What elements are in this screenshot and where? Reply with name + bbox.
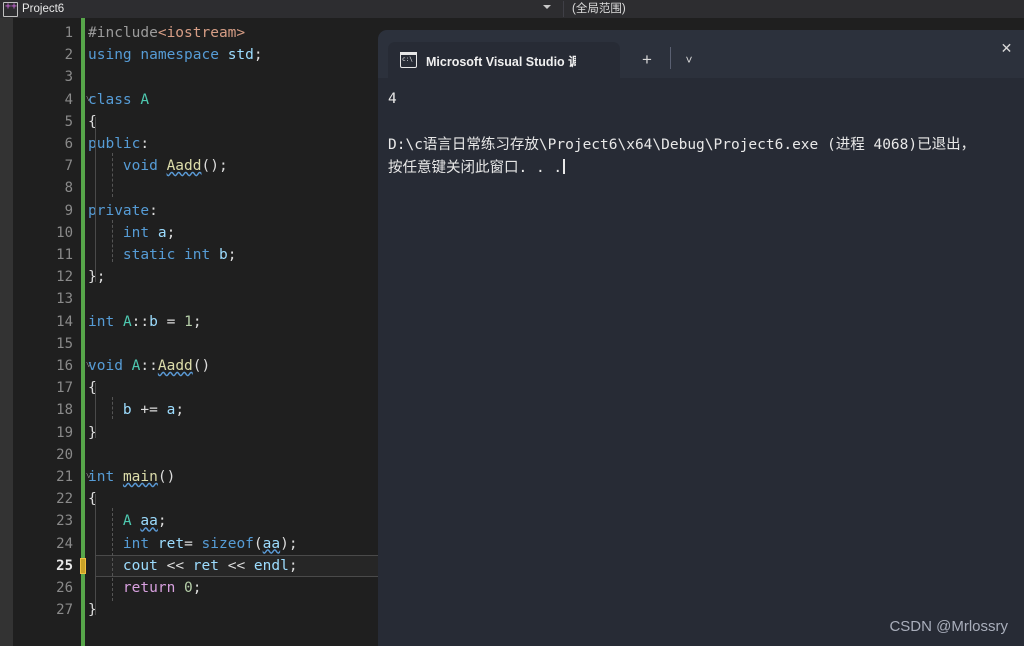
line-number: 20 <box>56 446 73 463</box>
code-line[interactable]: class A <box>88 89 149 111</box>
console-window-icon <box>399 52 418 68</box>
line-number: 23 <box>56 513 73 530</box>
change-tracking-bar <box>81 18 85 646</box>
code-line[interactable]: int a; <box>88 222 175 244</box>
plus-icon[interactable]: + <box>636 49 658 71</box>
code-line[interactable]: return 0; <box>88 577 202 599</box>
console-output-blank <box>388 111 1024 134</box>
console-tab-strip: Microsoft Visual Studio 调试控 ✕ + ˅ <box>378 30 1024 78</box>
block-bracket <box>95 116 96 283</box>
line-number: 15 <box>56 335 73 352</box>
visual-studio-window: Project6 (全局范围) 1#include<iostream>2usin… <box>0 0 1024 646</box>
line-number: 26 <box>56 580 73 596</box>
console-tab-label: Microsoft Visual Studio 调试控 <box>426 54 576 69</box>
cpp-file-icon <box>3 0 18 17</box>
debug-console-window[interactable]: Microsoft Visual Studio 调试控 ✕ + ˅ 4 D:\c… <box>378 30 1024 646</box>
document-tab-label: Project6 <box>22 3 65 15</box>
code-line[interactable]: void Aadd(); <box>88 155 228 177</box>
console-output-value: 4 <box>388 91 397 107</box>
line-number: 22 <box>56 491 73 508</box>
console-exit-message: D:\c语言日常练习存放\Project6\x64\Debug\Project6… <box>388 137 976 153</box>
code-line[interactable]: int main() <box>88 466 175 488</box>
document-tab-project6[interactable]: Project6 <box>0 0 71 18</box>
line-number: 5 <box>64 113 73 130</box>
line-number: 3 <box>64 69 73 86</box>
console-tab[interactable]: Microsoft Visual Studio 调试控 <box>388 42 620 78</box>
block-bracket <box>95 383 96 438</box>
code-line[interactable]: private: <box>88 200 158 222</box>
current-statement-marker <box>80 557 86 574</box>
code-line[interactable]: int A::b = 1; <box>88 311 202 333</box>
line-number: 9 <box>64 202 73 219</box>
line-number: 16 <box>56 358 73 374</box>
code-line[interactable]: int ret= sizeof(aa); <box>88 533 298 555</box>
code-line[interactable]: #include<iostream> <box>88 22 245 44</box>
line-number: 17 <box>56 380 73 397</box>
indent-guide <box>112 508 114 602</box>
line-number: 19 <box>56 424 73 441</box>
indent-guide <box>112 153 114 198</box>
line-number: 27 <box>56 602 73 619</box>
line-number: 4 <box>64 91 73 108</box>
line-number: 14 <box>56 313 73 330</box>
block-bracket <box>95 494 96 616</box>
console-tab-divider <box>670 47 671 69</box>
code-line[interactable]: A aa; <box>88 510 167 532</box>
line-number: 2 <box>64 47 73 64</box>
line-number: 6 <box>64 136 73 152</box>
line-number: 11 <box>56 247 73 263</box>
code-line[interactable]: static int b; <box>88 244 237 266</box>
code-line[interactable]: public: <box>88 133 149 155</box>
line-number: 1 <box>64 25 73 41</box>
editor-left-margin <box>0 18 13 646</box>
line-number: 7 <box>64 158 73 175</box>
indent-guide <box>112 219 114 262</box>
code-line[interactable]: void A::Aadd() <box>88 355 210 377</box>
line-number: 24 <box>56 535 73 552</box>
console-prompt-message: 按任意键关闭此窗口. . . <box>388 157 1024 180</box>
csdn-watermark: CSDN @Mrlossry <box>889 618 1008 635</box>
code-line[interactable]: b += a; <box>88 399 184 421</box>
code-line[interactable]: using namespace std; <box>88 44 263 66</box>
line-number: 21 <box>56 469 73 485</box>
line-number: 12 <box>56 269 73 286</box>
close-icon[interactable]: ✕ <box>997 39 1016 58</box>
console-prompt-text: 按任意键关闭此窗口. . . <box>388 160 563 176</box>
line-number: 25 <box>56 557 73 574</box>
code-line[interactable]: }; <box>88 266 105 288</box>
chevron-down-icon[interactable]: ˅ <box>678 49 700 71</box>
code-line[interactable]: cout << ret << endl; <box>88 555 298 577</box>
line-number: 13 <box>56 291 73 308</box>
console-output-area[interactable]: 4 D:\c语言日常练习存放\Project6\x64\Debug\Projec… <box>378 78 1024 646</box>
line-number: 10 <box>56 224 73 241</box>
line-number: 8 <box>64 180 73 197</box>
indent-guide <box>112 397 114 420</box>
line-number: 18 <box>56 402 73 419</box>
console-caret <box>563 159 565 174</box>
editor-titlebar: Project6 <box>0 0 1024 18</box>
